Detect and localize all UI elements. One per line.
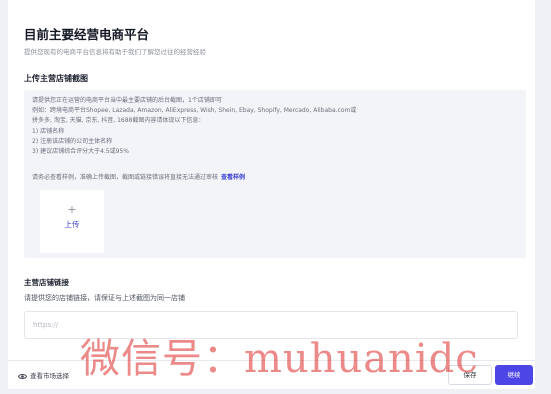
instruction-line: 例如：跨境电商平台Shopee, Lazada, Amazon, AliExpr…: [32, 107, 357, 115]
instruction-line: 请提供您正在运营的电商平台当中最主要店铺的后台截图，1个店铺即可: [32, 97, 222, 104]
sample-notice-text: 请务必查看样例，准确上传截图，截图或链接错误将直接无法通过审核: [32, 174, 219, 181]
continue-button[interactable]: 继续: [495, 365, 533, 385]
view-market-button[interactable]: 查看市场选择: [17, 370, 69, 382]
instruction-line: 1) 店铺名称: [32, 127, 65, 135]
footer-bar: 查看市场选择 保存 继续: [8, 360, 535, 389]
upload-label: 上传: [64, 220, 80, 229]
main-card: 目前主要经营电商平台 提供您现有的电商平台信息将有助于我们了解您过往的经营经验 …: [8, 0, 535, 360]
store-link-subtitle: 请提供您的店铺链接，请保证与上述截图为同一店铺: [24, 294, 185, 302]
sample-notice: 请务必查看样例，准确上传截图，截图或链接错误将直接无法通过审核 查看样例: [32, 172, 245, 181]
instruction-line: 3) 建议店铺综合评分大于4.5或95%: [32, 147, 129, 155]
view-sample-link[interactable]: 查看样例: [221, 174, 245, 181]
instruction-line: 2) 注册该店铺的公司主体名称: [32, 137, 113, 145]
save-button[interactable]: 保存: [448, 365, 492, 385]
eye-icon: [17, 373, 28, 382]
instruction-line: 拼多多, 淘宝, 天猫, 京东, 抖音, 1688截图内容请体现以下信息：: [32, 117, 205, 125]
upload-screenshot-title: 上传主营店铺截图: [24, 74, 88, 83]
plus-icon: +: [67, 203, 77, 216]
upload-info-panel: 请提供您正在运营的电商平台当中最主要店铺的后台截图，1个店铺即可 例如：跨境电商…: [24, 90, 526, 258]
store-link-title: 主营店铺链接: [24, 278, 69, 287]
view-market-label: 查看市场选择: [30, 372, 69, 380]
platform-section-subtitle: 提供您现有的电商平台信息将有助于我们了解您过往的经营经验: [24, 48, 206, 56]
upload-button[interactable]: + 上传: [40, 190, 104, 253]
store-url-input[interactable]: [24, 311, 518, 339]
platform-section-title: 目前主要经营电商平台: [24, 27, 150, 42]
instruction-list: 请提供您正在运营的电商平台当中最主要店铺的后台截图，1个店铺即可 例如：跨境电商…: [32, 96, 356, 157]
